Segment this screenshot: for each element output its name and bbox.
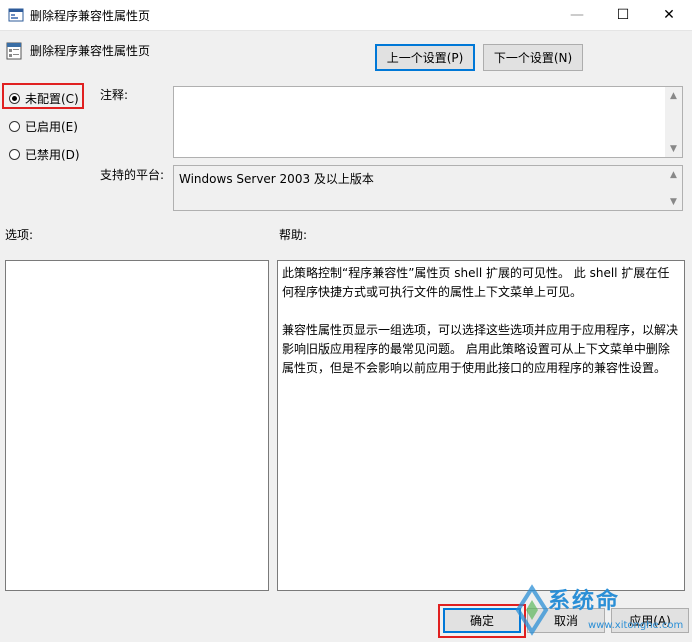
options-panel bbox=[5, 260, 269, 591]
comment-input[interactable]: ▲ ▼ bbox=[173, 86, 683, 158]
help-panel[interactable]: 此策略控制“程序兼容性”属性页 shell 扩展的可见性。 此 shell 扩展… bbox=[277, 260, 685, 591]
close-button[interactable]: ✕ bbox=[646, 0, 692, 30]
policy-page-icon bbox=[6, 42, 22, 60]
help-paragraph: 兼容性属性页显示一组选项，可以选择这些选项并应用于应用程序，以解决影响旧版应用程… bbox=[282, 323, 679, 375]
radio-label: 已禁用(D) bbox=[25, 148, 80, 162]
radio-label: 未配置(C) bbox=[25, 92, 79, 106]
comment-label: 注释: bbox=[100, 88, 129, 102]
watermark-url: www.xitonghe.com bbox=[588, 620, 684, 631]
help-paragraph: 此策略控制“程序兼容性”属性页 shell 扩展的可见性。 此 shell 扩展… bbox=[282, 266, 670, 299]
title-bar: 删除程序兼容性属性页 — ☐ ✕ bbox=[0, 0, 692, 31]
radio-label: 已启用(E) bbox=[25, 120, 78, 134]
window-title: 删除程序兼容性属性页 bbox=[30, 9, 151, 23]
scroll-down-icon[interactable]: ▼ bbox=[665, 193, 682, 210]
page-title: 删除程序兼容性属性页 bbox=[30, 44, 151, 58]
radio-indicator bbox=[9, 121, 20, 132]
radio-not-configured[interactable]: 未配置(C) bbox=[9, 90, 79, 107]
platform-value: Windows Server 2003 及以上版本 bbox=[179, 172, 374, 186]
next-setting-button[interactable]: 下一个设置(N) bbox=[483, 44, 583, 71]
ok-button[interactable]: 确定 bbox=[443, 608, 521, 633]
radio-disabled[interactable]: 已禁用(D) bbox=[9, 146, 80, 163]
comment-scrollbar[interactable]: ▲ ▼ bbox=[665, 87, 682, 157]
maximize-icon: ☐ bbox=[616, 7, 630, 23]
prev-setting-button[interactable]: 上一个设置(P) bbox=[375, 44, 475, 71]
radio-enabled[interactable]: 已启用(E) bbox=[9, 118, 78, 135]
help-label: 帮助: bbox=[279, 228, 308, 242]
watermark-text: 系统命 bbox=[548, 589, 621, 614]
scroll-up-icon[interactable]: ▲ bbox=[665, 166, 682, 183]
radio-indicator bbox=[9, 93, 20, 104]
policy-page-icon bbox=[8, 8, 24, 22]
radio-indicator bbox=[9, 149, 20, 160]
minimize-icon: — bbox=[570, 7, 584, 23]
platform-field: Windows Server 2003 及以上版本 ▲ ▼ bbox=[173, 165, 683, 211]
platform-scrollbar[interactable]: ▲ ▼ bbox=[665, 166, 682, 210]
maximize-button[interactable]: ☐ bbox=[600, 0, 646, 30]
scroll-down-icon[interactable]: ▼ bbox=[665, 140, 682, 157]
platform-label: 支持的平台: bbox=[100, 168, 165, 182]
close-icon: ✕ bbox=[663, 7, 675, 23]
scroll-up-icon[interactable]: ▲ bbox=[665, 87, 682, 104]
minimize-button[interactable]: — bbox=[554, 0, 600, 30]
options-label: 选项: bbox=[5, 228, 34, 242]
